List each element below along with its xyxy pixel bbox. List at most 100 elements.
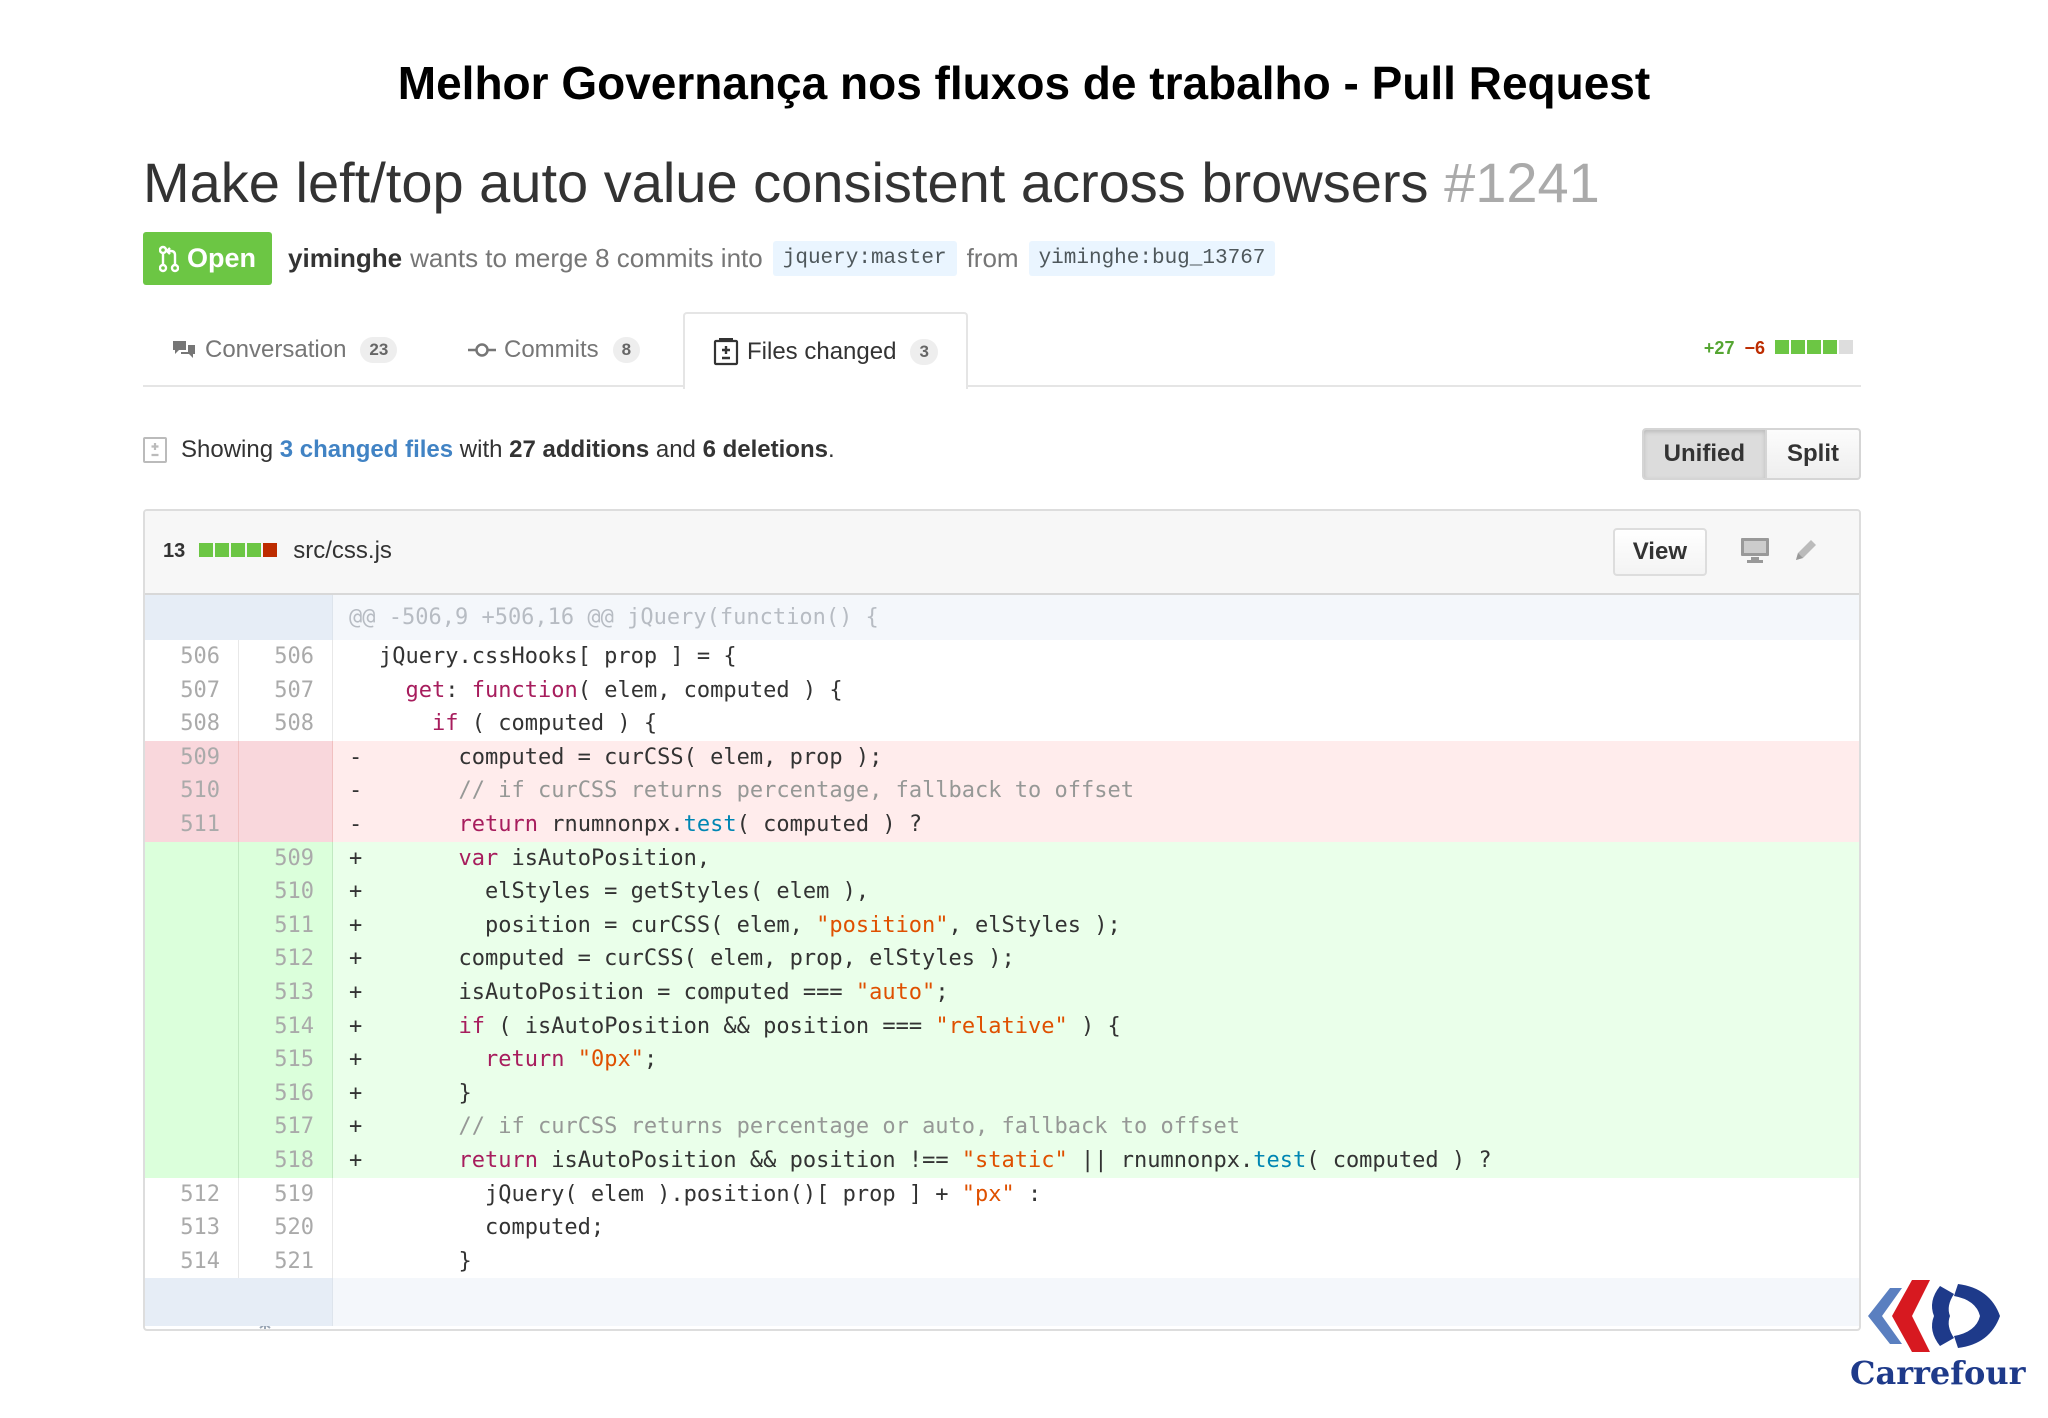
diffstat-additions: +27 [1703, 338, 1735, 358]
git-commit-icon [468, 340, 496, 360]
new-line-number[interactable]: 516 [239, 1076, 333, 1111]
code-text: } [379, 1080, 472, 1106]
file-diff: 13 src/css.js View @@ -506,9 +506,16 @@ … [143, 509, 1861, 1331]
toc-deletions: 6 deletions [702, 436, 828, 463]
new-line-number[interactable]: 508 [239, 707, 333, 741]
head-branch[interactable]: yiminghe:bug_13767 [1028, 241, 1276, 276]
code-text: return rnumnonpx.test( computed ) ? [458, 811, 923, 837]
diff-line-addition: 511 + position = curCSS( elem, "position"… [145, 908, 1859, 943]
code-text: computed = curCSS( elem, prop, elStyles … [379, 946, 1015, 972]
old-line-number[interactable]: 512 [145, 1177, 239, 1212]
new-line-number[interactable]: 519 [239, 1177, 333, 1212]
diffstat-bar [1775, 338, 1855, 359]
view-toggle: Unified Split [1641, 428, 1861, 480]
diff-line-addition: 509 + var isAutoPosition, [145, 841, 1859, 876]
new-line-number[interactable] [239, 740, 333, 775]
old-line-number[interactable] [145, 1143, 239, 1178]
diffstat-block [1791, 340, 1805, 354]
old-line-number[interactable]: 510 [145, 774, 239, 808]
code-line: jQuery.cssHooks[ prop ] = { [333, 640, 1859, 674]
old-line-number[interactable]: 509 [145, 740, 239, 775]
unified-button[interactable]: Unified [1641, 428, 1767, 480]
old-line-number[interactable] [145, 1076, 239, 1111]
new-line-number[interactable]: 511 [239, 908, 333, 943]
code-text: } [379, 1248, 472, 1274]
new-line-number[interactable]: 510 [239, 875, 333, 909]
split-button[interactable]: Split [1767, 428, 1861, 480]
pencil-icon[interactable] [1791, 535, 1821, 565]
view-file-button[interactable]: View [1612, 528, 1707, 576]
old-line-number[interactable]: 513 [145, 1211, 239, 1245]
diff-line-context: 514 521 } [145, 1244, 1859, 1279]
new-line-number[interactable]: 514 [239, 1009, 333, 1044]
diff-sign: - [349, 811, 363, 837]
new-line-number[interactable]: 506 [239, 640, 333, 674]
code-line: jQuery( elem ).position()[ prop ] + "px"… [333, 1178, 1859, 1212]
code-text: jQuery( elem ).position()[ prop ] + "px"… [379, 1181, 1042, 1207]
tab-files-changed[interactable]: Files changed 3 [683, 312, 968, 389]
diff-line-addition: 513 + isAutoPosition = computed === "auto… [145, 975, 1859, 1010]
state-badge: Open [143, 232, 273, 285]
old-line-number[interactable] [145, 1110, 239, 1144]
diff-table: @@ -506,9 +506,16 @@ jQuery(function() {… [145, 595, 1859, 1329]
old-line-number[interactable] [145, 908, 239, 943]
diff-line-context: 506 506 jQuery.cssHooks[ prop ] = { [145, 640, 1859, 674]
hunk-new-gutter [239, 595, 333, 640]
new-line-number[interactable]: 521 [239, 1244, 333, 1279]
code-line: get: function( elem, computed ) { [333, 674, 1859, 708]
diff-line-deletion: 511 - return rnumnonpx.test( computed ) ? [145, 807, 1859, 842]
toc-diff-icon[interactable] [143, 436, 167, 464]
old-line-number[interactable]: 511 [145, 807, 239, 842]
diff-line-deletion: 510 - // if curCSS returns percentage, fa… [145, 774, 1859, 808]
carrefour-logo-mark [1868, 1280, 2000, 1352]
toc-showing: Showing [181, 436, 274, 463]
tab-files-changed-label: Files changed [747, 337, 897, 365]
new-line-number[interactable]: 517 [239, 1110, 333, 1144]
merge-text: wants to merge 8 commits into [410, 243, 763, 273]
expand-icon[interactable] [145, 595, 274, 677]
code-line: computed; [333, 1211, 1859, 1245]
diffstat-block [1823, 340, 1837, 354]
tab-conversation-count: 23 [360, 336, 398, 363]
pr-number: #1241 [1444, 151, 1600, 214]
code-text: isAutoPosition = computed === "auto"; [379, 979, 949, 1005]
code-line: + return "0px"; [333, 1043, 1859, 1077]
from-text: from [966, 243, 1019, 273]
diffstat-block [1807, 340, 1821, 354]
code-line: - // if curCSS returns percentage, fallb… [333, 774, 1859, 808]
old-line-number[interactable] [145, 975, 239, 1010]
expand-icon[interactable] [145, 1278, 271, 1329]
new-line-number[interactable]: 512 [239, 942, 333, 976]
old-line-number[interactable]: 506 [145, 640, 239, 674]
old-line-number[interactable] [145, 1009, 239, 1044]
diff-line-addition: 517 + // if curCSS returns percentage or … [145, 1110, 1859, 1144]
new-line-number[interactable]: 507 [239, 673, 333, 708]
diff-sign: - [349, 778, 363, 804]
new-line-number[interactable]: 509 [239, 841, 333, 876]
base-branch[interactable]: jquery:master [772, 241, 957, 276]
file-diffstat-bar [199, 540, 279, 563]
new-line-number[interactable]: 520 [239, 1211, 333, 1245]
old-line-number[interactable] [145, 1043, 239, 1077]
tab-commits[interactable]: Commits 8 [468, 312, 641, 387]
old-line-number[interactable] [145, 841, 239, 876]
code-line: + if ( isAutoPosition && position === "r… [333, 1010, 1859, 1044]
toc-files-link[interactable]: 3 changed files [280, 436, 453, 464]
old-line-number[interactable]: 507 [145, 673, 239, 708]
old-line-number[interactable] [145, 942, 239, 976]
diff-sign: + [349, 1080, 363, 1106]
old-line-number[interactable] [145, 875, 239, 909]
old-line-number[interactable]: 514 [145, 1244, 239, 1279]
tab-conversation[interactable]: Conversation 23 [171, 312, 398, 387]
new-line-number[interactable] [239, 774, 333, 808]
file-path[interactable]: src/css.js [293, 537, 392, 565]
new-line-number[interactable]: 518 [239, 1143, 333, 1178]
new-line-number[interactable]: 515 [239, 1043, 333, 1077]
desktop-icon[interactable] [1739, 535, 1771, 565]
merge-description: yiminghe wants to merge 8 commits into j… [288, 241, 1285, 276]
author-link[interactable]: yiminghe [288, 243, 402, 274]
old-line-number[interactable]: 508 [145, 707, 239, 741]
new-line-number[interactable]: 513 [239, 975, 333, 1010]
new-line-number[interactable] [239, 807, 333, 842]
tab-commits-count: 8 [612, 336, 641, 363]
